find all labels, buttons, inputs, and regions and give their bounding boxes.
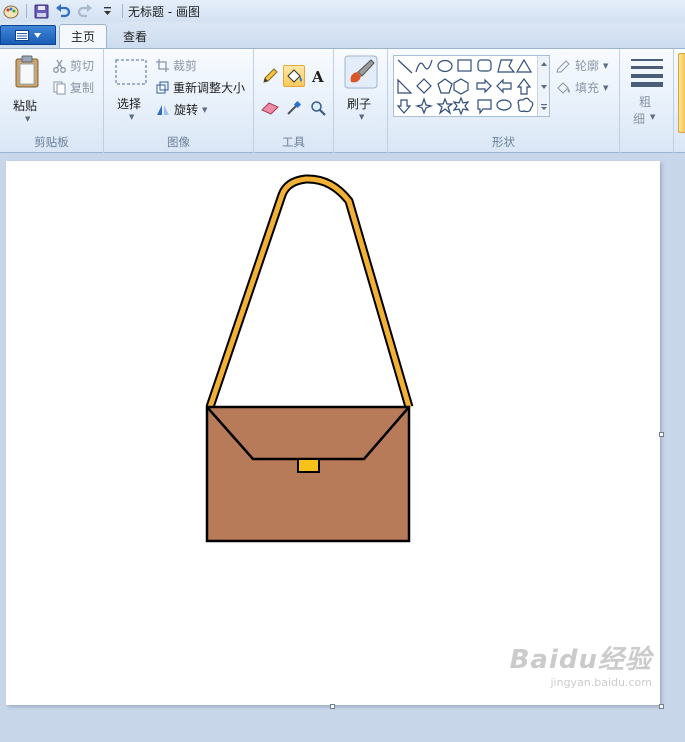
redo-icon[interactable]: [76, 2, 94, 20]
undo-icon[interactable]: [54, 2, 72, 20]
fill-button[interactable]: 填充 ▼: [556, 79, 608, 96]
resize-handle-right[interactable]: [659, 432, 664, 437]
magnifier-tool[interactable]: [307, 97, 329, 119]
magnifier-icon: [311, 101, 326, 116]
chevron-down-icon: ▼: [25, 115, 31, 123]
chevron-down-icon: ▼: [650, 113, 656, 121]
paste-label: 粘贴: [13, 99, 38, 113]
fill-bucket-icon: [287, 69, 302, 83]
shapes-icons: [396, 58, 534, 116]
outline-button[interactable]: 轮廓 ▼: [556, 57, 608, 74]
svg-text:A: A: [311, 68, 324, 84]
ribbon: 粘贴 ▼ 剪切 复制 剪贴板 选择 ▼ 裁剪 重新调整大小 旋转 ▼ 图像 A …: [0, 48, 685, 153]
drawing-canvas[interactable]: Baidu经验 jingyan.baidu.com: [6, 161, 660, 705]
scroll-arrows-icon: [541, 62, 547, 110]
select-label: 选择: [117, 97, 142, 111]
chevron-down-icon: [34, 32, 41, 38]
paste-button[interactable]: 粘贴 ▼: [8, 53, 48, 123]
chevron-down-icon: ▼: [129, 113, 135, 121]
outline-pencil-icon: [556, 59, 570, 72]
size-button[interactable]: 粗 细 ▼: [629, 55, 665, 131]
copy-button[interactable]: 复制: [53, 79, 94, 96]
cut-button[interactable]: 剪切: [53, 57, 94, 74]
shapes-group-label: 形状: [492, 135, 515, 149]
size-label-thick: 粗: [639, 95, 652, 109]
ribbon-tab-row: 主页 查看: [0, 22, 685, 48]
tools-group: A 工具: [254, 49, 334, 153]
resize-handle-corner[interactable]: [659, 704, 664, 709]
size-label-thin: 细: [633, 112, 646, 126]
tab-home[interactable]: 主页: [59, 24, 108, 48]
shapes-gallery: [393, 55, 550, 117]
color1-selector-edge[interactable]: [678, 53, 685, 133]
title-separator-2: [122, 4, 123, 18]
brush-icon: [344, 55, 378, 89]
chevron-down-icon: ▼: [603, 61, 609, 70]
fill-icon: [557, 81, 570, 94]
brush-button[interactable]: 刷子 ▼: [340, 55, 382, 125]
paint-menu-icon: [15, 29, 29, 41]
clipboard-group: 粘贴 ▼ 剪切 复制 剪贴板: [0, 49, 104, 153]
paint-app-icon[interactable]: [2, 2, 20, 20]
fill-bucket-tool[interactable]: [283, 65, 305, 87]
brush-group: 刷子 ▼: [334, 49, 388, 153]
tab-home-label: 主页: [71, 30, 96, 44]
tab-view[interactable]: 查看: [112, 24, 158, 48]
resize-button[interactable]: 重新调整大小: [156, 79, 245, 96]
color-picker-tool[interactable]: [283, 97, 305, 119]
resize-handle-bottom[interactable]: [330, 704, 335, 709]
bag-clasp: [297, 458, 320, 473]
title-separator: [26, 4, 27, 18]
text-tool[interactable]: A: [307, 65, 329, 87]
select-button[interactable]: 选择 ▼: [112, 55, 152, 125]
eraser-icon: [261, 102, 279, 115]
clipboard-group-label: 剪贴板: [34, 135, 69, 149]
watermark-url: jingyan.baidu.com: [550, 676, 652, 689]
chevron-down-icon: ▼: [359, 113, 365, 121]
paint-menu-button[interactable]: [0, 25, 56, 45]
pencil-tool[interactable]: [259, 65, 281, 87]
resize-icon: [156, 81, 169, 94]
shapes-gallery-scrollbar[interactable]: [537, 56, 549, 116]
brush-label: 刷子: [347, 97, 372, 111]
canvas-workspace: Baidu经验 jingyan.baidu.com: [0, 153, 685, 742]
tools-group-label: 工具: [282, 135, 305, 149]
bag-strap: [205, 174, 414, 409]
baidu-watermark: Baidu经验 jingyan.baidu.com: [510, 639, 652, 689]
size-group: 粗 细 ▼: [620, 49, 674, 153]
handbag-drawing: [205, 174, 414, 543]
eyedropper-icon: [287, 100, 302, 115]
fill-label: 填充: [575, 81, 600, 95]
image-group-label: 图像: [167, 135, 190, 149]
rotate-button[interactable]: 旋转 ▼: [156, 101, 207, 118]
crop-button[interactable]: 裁剪: [156, 57, 197, 74]
paste-icon: [15, 55, 39, 88]
cut-label: 剪切: [70, 59, 95, 73]
pencil-icon: [263, 68, 278, 83]
copy-label: 复制: [70, 81, 95, 95]
watermark-brand: Baidu经验: [509, 645, 652, 675]
window-title: 无标题 - 画图: [128, 4, 200, 19]
crop-label: 裁剪: [173, 59, 198, 73]
customize-toolbar-icon[interactable]: [98, 2, 116, 20]
rotate-label: 旋转: [174, 103, 199, 117]
rotate-icon: [157, 105, 169, 115]
chevron-down-icon: ▼: [202, 105, 208, 114]
resize-label: 重新调整大小: [173, 81, 246, 95]
bag-body: [205, 405, 411, 543]
crop-icon: [156, 59, 169, 72]
selection-rectangle-icon: [115, 59, 147, 85]
title-bar: 无标题 - 画图: [0, 0, 685, 22]
image-group: 选择 ▼ 裁剪 重新调整大小 旋转 ▼ 图像: [104, 49, 254, 153]
line-size-icon: [631, 59, 663, 87]
text-icon: A: [311, 68, 324, 84]
scissors-icon: [53, 59, 66, 73]
outline-label: 轮廓: [575, 59, 600, 73]
chevron-down-icon: ▼: [603, 83, 609, 92]
copy-icon: [53, 81, 66, 94]
tab-view-label: 查看: [123, 29, 148, 44]
save-icon[interactable]: [32, 2, 50, 20]
eraser-tool[interactable]: [259, 97, 281, 119]
